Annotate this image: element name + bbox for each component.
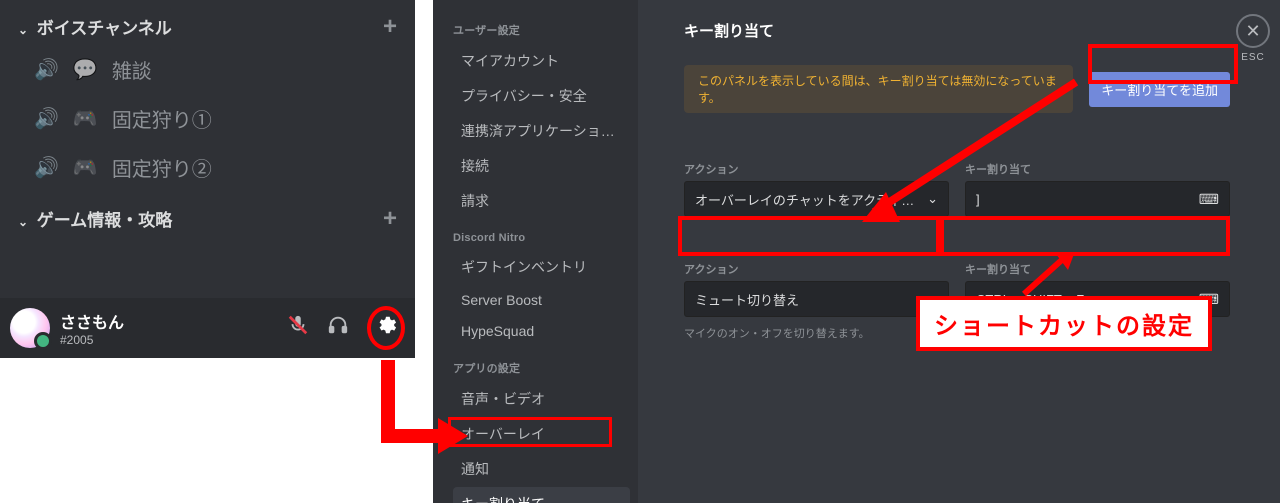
sidebar-item-boost[interactable]: Server Boost [453, 285, 630, 315]
action-select-value: ミュート切り替え [695, 290, 799, 309]
channel-panel: ⌄ ボイスチャンネル + 🔊 💬 雑談 🔊 🎮 固定狩り① 🔊 🎮 固定狩り② … [0, 0, 415, 358]
avatar[interactable] [10, 308, 50, 348]
speaker-icon: 🔊 [34, 57, 59, 82]
action-label: アクション [684, 161, 949, 177]
keybind-label: キー割り当て [965, 161, 1230, 177]
channel-name: 固定狩り② [112, 153, 212, 182]
voice-channel-row[interactable]: 🔊 🎮 固定狩り① [0, 94, 415, 143]
close-esc: ✕ ESC [1236, 14, 1270, 63]
speaker-icon: 🔊 [34, 155, 59, 180]
sidebar-item-notifications[interactable]: 通知 [453, 452, 630, 486]
sidebar-item-connect[interactable]: 接続 [453, 149, 630, 183]
sidebar-item-overlay[interactable]: オーバーレイ [453, 417, 630, 451]
sidebar-item-keybinds[interactable]: キー割り当て [453, 487, 630, 503]
sidebar-item-hypesquad[interactable]: HypeSquad [453, 316, 630, 346]
user-name: ささもん [60, 309, 277, 333]
keybind-value: ] [976, 192, 980, 207]
sidebar-item-my-account[interactable]: マイアカウント [453, 44, 630, 78]
sidebar-item-billing[interactable]: 請求 [453, 184, 630, 218]
sidebar-heading-user: ユーザー設定 [453, 22, 630, 38]
channel-emoji: 🎮 [73, 106, 98, 131]
action-label: アクション [684, 261, 949, 277]
warning-banner: このパネルを表示している間は、キー割り当ては無効になっています。 [684, 65, 1073, 113]
sidebar-item-connections-apps[interactable]: 連携済アプリケーショ… [453, 114, 630, 148]
sidebar-heading-app: アプリの設定 [453, 360, 630, 376]
chevron-down-icon: ⌄ [18, 23, 28, 37]
game-category-label: ゲーム情報・攻略 [37, 211, 173, 230]
voice-channel-row[interactable]: 🔊 💬 雑談 [0, 45, 415, 94]
action-help-text: マイクのオン・オフを切り替えます。 [684, 325, 949, 341]
voice-channel-row[interactable]: 🔊 🎮 固定狩り② [0, 143, 415, 192]
speaker-icon: 🔊 [34, 106, 59, 131]
channel-emoji: 💬 [73, 57, 98, 82]
add-channel-icon[interactable]: + [383, 210, 397, 228]
mute-icon[interactable] [287, 314, 309, 342]
close-button[interactable]: ✕ [1236, 14, 1270, 48]
sidebar-heading-nitro: Discord Nitro [453, 232, 630, 244]
user-discriminator: #2005 [60, 333, 277, 347]
chevron-down-icon: ⌄ [927, 191, 938, 207]
keybind-label: キー割り当て [965, 261, 1230, 277]
sidebar-item-gift[interactable]: ギフトインベントリ [453, 250, 630, 284]
chevron-down-icon: ⌄ [18, 215, 28, 229]
deafen-icon[interactable] [327, 314, 349, 342]
esc-label: ESC [1236, 52, 1270, 63]
keyboard-icon: ⌨ [1199, 191, 1219, 208]
voice-category-header[interactable]: ⌄ ボイスチャンネル + [0, 0, 415, 45]
voice-category-label: ボイスチャンネル [37, 19, 172, 38]
channel-name: 雑談 [112, 55, 152, 84]
channel-emoji: 🎮 [73, 155, 98, 180]
user-name-block: ささもん #2005 [60, 309, 277, 347]
sidebar-item-privacy[interactable]: プライバシー・安全 [453, 79, 630, 113]
annotation-shortcut-label: ショートカットの設定 [916, 296, 1212, 351]
page-title: キー割り当て [684, 20, 1230, 41]
keybind-input-1[interactable]: ] ⌨ [965, 181, 1230, 217]
add-channel-icon[interactable]: + [383, 18, 397, 36]
game-category-header[interactable]: ⌄ ゲーム情報・攻略 + [0, 192, 415, 237]
action-select-1[interactable]: オーバーレイのチャットをアクティ… ⌄ [684, 181, 949, 217]
user-bar: ささもん #2005 [0, 298, 415, 358]
action-select-2[interactable]: ミュート切り替え ⌄ [684, 281, 949, 317]
add-keybind-button[interactable]: キー割り当てを追加 [1089, 72, 1230, 107]
user-settings-button[interactable] [367, 306, 405, 350]
sidebar-item-voice[interactable]: 音声・ビデオ [453, 382, 630, 416]
action-select-value: オーバーレイのチャットをアクティ… [695, 190, 914, 209]
settings-sidebar: ユーザー設定 マイアカウント プライバシー・安全 連携済アプリケーショ… 接続 … [433, 0, 638, 503]
settings-main-pane: キー割り当て このパネルを表示している間は、キー割り当ては無効になっています。 … [638, 0, 1280, 503]
channel-name: 固定狩り① [112, 104, 212, 133]
